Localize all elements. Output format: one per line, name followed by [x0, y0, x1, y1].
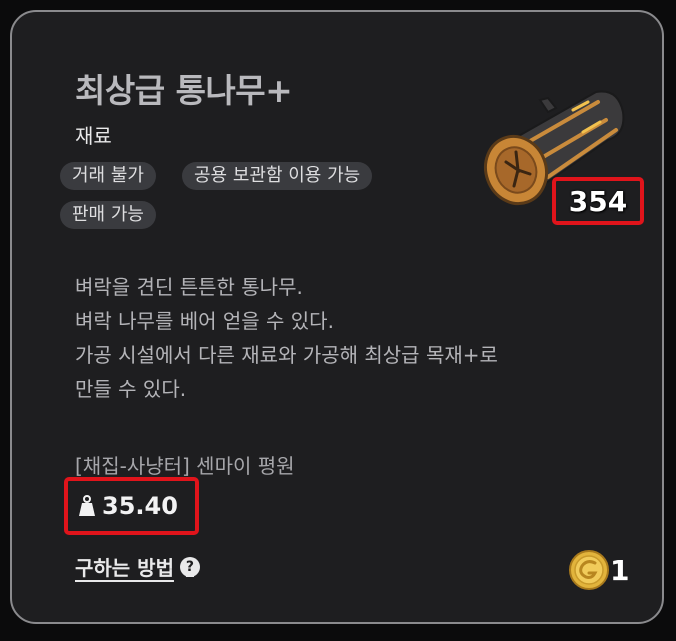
help-icon[interactable]: ? — [179, 556, 200, 577]
item-count-highlight: 354 — [552, 177, 644, 225]
item-tooltip-card: 최상급 통나무+ 재료 거래 불가 공용 보관함 이용 가능 판매 가능 354… — [10, 10, 664, 624]
weight-highlight: 35.40 — [64, 477, 199, 535]
description-line: 벼락 나무를 베어 얻을 수 있다. — [75, 309, 334, 333]
price-value: 1 — [610, 553, 630, 587]
item-weight: 35.40 — [102, 492, 178, 520]
item-description: 벼락을 견딘 튼튼한 통나무. 벼락 나무를 베어 얻을 수 있다. 가공 시설… — [75, 270, 635, 406]
description-line: 벼락을 견딘 튼튼한 통나무. — [75, 275, 303, 299]
how-to-obtain-link[interactable]: 구하는 방법 ? — [75, 552, 200, 581]
item-name: 최상급 통나무+ — [75, 71, 293, 110]
item-source: [채집-사냥터] 센마이 평원 — [75, 454, 295, 478]
description-line: 가공 시설에서 다른 재료와 가공해 최상급 목재+로 — [75, 343, 498, 367]
item-category: 재료 — [75, 124, 112, 148]
how-to-obtain-label: 구하는 방법 — [75, 556, 174, 580]
item-count: 354 — [568, 184, 628, 218]
tag-sellable: 판매 가능 — [60, 201, 156, 229]
gold-coin-icon — [569, 550, 609, 590]
item-price: 1 — [568, 549, 629, 591]
description-line: 만들 수 있다. — [75, 377, 187, 401]
weight-icon — [79, 495, 95, 516]
tag-shared-storage: 공용 보관함 이용 가능 — [182, 162, 373, 190]
tag-untradable: 거래 불가 — [60, 162, 156, 190]
